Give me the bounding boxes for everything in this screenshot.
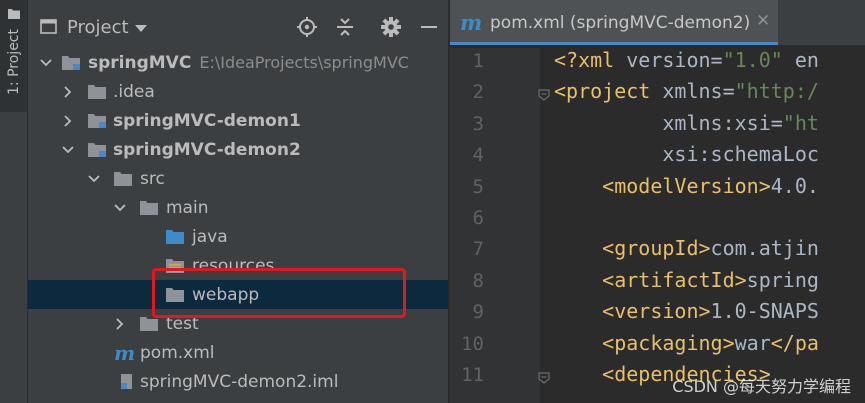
project-tab-label: 1: Project: [5, 29, 22, 95]
line-number: 6: [472, 207, 484, 229]
folder-icon: [140, 317, 158, 331]
code-line[interactable]: <artifactId>spring: [554, 268, 819, 292]
red-highlight-box: [152, 268, 406, 318]
line-number: 1: [472, 50, 484, 72]
watermark: CSDN @每天努力学编程: [672, 377, 851, 396]
code-line[interactable]: <project xmlns="http:/: [554, 79, 819, 103]
tree-row-pom-xml[interactable]: m pom.xml: [28, 338, 448, 367]
tree-label: springMVC-demon2: [113, 139, 301, 160]
project-window-icon: [40, 19, 57, 34]
project-tool-window-tab[interactable]: 1: Project: [0, 0, 27, 112]
maven-icon: m: [114, 340, 136, 365]
expand-arrow-icon[interactable]: [62, 144, 74, 156]
locate-file-button[interactable]: [296, 16, 318, 38]
line-number: 4: [472, 144, 484, 167]
project-path: E:\IdeaProjects\springMVC: [199, 52, 409, 72]
iml-file-icon: [121, 374, 132, 389]
tree-row-src[interactable]: src: [28, 164, 448, 193]
editor-area: m pom.xml (springMVC-demon2) ✕ 1 <?xml ve…: [450, 0, 865, 403]
code-line[interactable]: xsi:schemaLoc: [554, 142, 819, 166]
hide-panel-button[interactable]: [418, 16, 440, 38]
line-number: 11: [461, 364, 484, 386]
collapsed-arrow-icon[interactable]: [62, 85, 74, 98]
tree-label: springMVC-demon1: [113, 110, 301, 131]
tree-row-idea[interactable]: .idea: [28, 77, 448, 106]
tree-row-springmvc[interactable]: springMVC E:\IdeaProjects\springMVC: [28, 48, 448, 77]
source-folder-icon: [166, 230, 184, 244]
expand-arrow-icon[interactable]: [114, 202, 126, 214]
tree-label: pom.xml: [140, 342, 215, 363]
code-line[interactable]: <packaging>war</pa: [554, 331, 819, 355]
line-number: 8: [472, 269, 484, 292]
collapsed-arrow-icon[interactable]: [114, 317, 126, 330]
project-view-selector[interactable]: Project: [67, 17, 129, 38]
tool-window-stripe: 1: Project: [0, 0, 28, 403]
expand-arrow-icon[interactable]: [40, 57, 52, 69]
collapse-all-button[interactable]: [334, 16, 356, 38]
code-line[interactable]: xmlns:xsi="ht: [554, 111, 819, 135]
module-folder-icon: [62, 56, 80, 70]
tree-row-java[interactable]: java: [28, 222, 448, 251]
module-folder-icon: [88, 143, 106, 157]
tab-title: pom.xml (springMVC-demon2): [490, 13, 751, 33]
line-number: 9: [472, 301, 484, 324]
folder-icon: [140, 201, 158, 215]
line-number: 10: [461, 332, 484, 355]
gear-icon: [381, 17, 401, 37]
tree-row-springmvc-demon2[interactable]: springMVC-demon2: [28, 135, 448, 164]
expand-arrow-icon[interactable]: [88, 173, 100, 185]
code-line[interactable]: <groupId>com.atjin: [554, 236, 819, 260]
fold-marker-icon[interactable]: [538, 89, 550, 102]
folder-icon: [88, 85, 106, 99]
tree-label: main: [166, 197, 209, 218]
project-folder-icon: [7, 9, 20, 19]
line-number: 7: [472, 238, 484, 261]
folder-icon: [114, 172, 132, 186]
code-line[interactable]: <version>1.0-SNAPS: [554, 299, 819, 323]
close-icon[interactable]: ✕: [756, 11, 770, 31]
tree-label: src: [140, 168, 165, 189]
tree-label: springMVC-demon2.iml: [140, 371, 339, 392]
fold-marker-icon[interactable]: [538, 372, 550, 384]
collapse-icon: [337, 18, 353, 36]
locate-icon: [297, 17, 317, 37]
tree-row-iml[interactable]: springMVC-demon2.iml: [28, 367, 448, 396]
tree-row-springmvc-demon1[interactable]: springMVC-demon1: [28, 106, 448, 135]
tree-row-main[interactable]: main: [28, 193, 448, 222]
tab-pom-xml[interactable]: m pom.xml (springMVC-demon2) ✕: [450, 0, 778, 45]
line-number: 2: [472, 81, 484, 104]
tree-label: springMVC E:\IdeaProjects\springMVC: [88, 52, 409, 73]
module-folder-icon: [88, 114, 106, 128]
minimize-icon: [421, 26, 437, 28]
code-line[interactable]: <modelVersion>4.0.: [554, 174, 819, 198]
editor-tab-bar: m pom.xml (springMVC-demon2) ✕: [450, 0, 865, 45]
tree-label: java: [192, 226, 228, 247]
maven-icon: m: [460, 10, 483, 35]
tree-label: .idea: [113, 81, 155, 102]
line-number: 3: [472, 112, 484, 135]
collapsed-arrow-icon[interactable]: [62, 114, 74, 127]
project-panel: Project springMVC E:\IdeaProjects\spring…: [28, 0, 448, 403]
chevron-down-icon[interactable]: [135, 25, 147, 32]
code-line[interactable]: <?xml version="1.0" en: [554, 48, 819, 72]
settings-button[interactable]: [380, 16, 402, 38]
line-number: 5: [472, 175, 484, 198]
